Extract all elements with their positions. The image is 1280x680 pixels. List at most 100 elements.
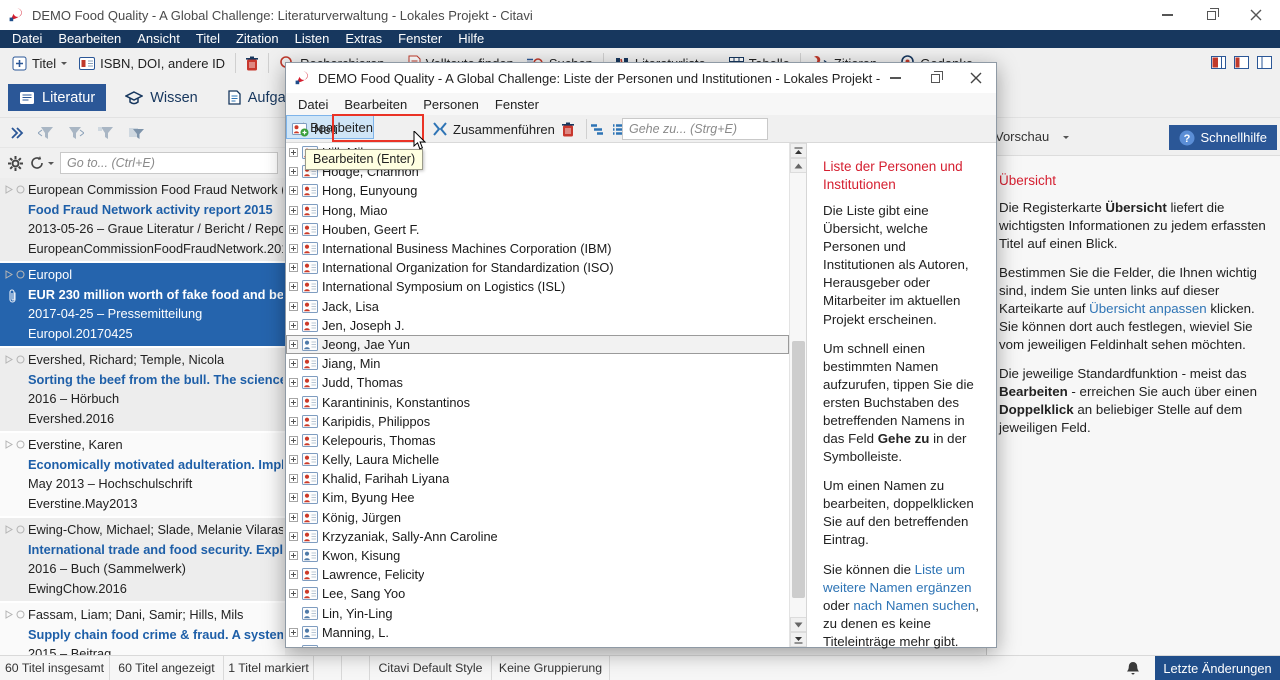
flag-icon[interactable] <box>5 525 13 534</box>
goto-input[interactable] <box>60 152 278 174</box>
expander-icon[interactable] <box>289 398 298 407</box>
tab-wissen[interactable]: Wissen <box>114 84 209 111</box>
help-link[interactable]: nach Namen suchen <box>853 598 975 613</box>
expander-icon[interactable] <box>289 302 298 311</box>
menu-item[interactable]: Titel <box>188 30 228 48</box>
filter-stack-icon[interactable] <box>128 126 145 140</box>
filter-back-icon[interactable] <box>38 126 54 140</box>
person-row[interactable]: International Organization for Standardi… <box>286 258 789 277</box>
expand-panel-icon[interactable] <box>10 127 24 139</box>
person-row[interactable]: Kim, Byung Hee <box>286 488 789 507</box>
expander-icon[interactable] <box>289 378 298 387</box>
minimize-icon[interactable] <box>890 77 901 79</box>
filter-forward-icon[interactable] <box>68 126 84 140</box>
layout-three-columns-icon[interactable] <box>1211 56 1226 69</box>
expander-icon[interactable] <box>289 474 298 483</box>
menu-item[interactable]: Zitation <box>228 30 287 48</box>
person-row[interactable]: Judd, Thomas <box>286 373 789 392</box>
flag-icon[interactable] <box>5 610 13 619</box>
menu-item[interactable]: Bearbeiten <box>50 30 129 48</box>
status-citation-style[interactable]: Citavi Default Style <box>370 656 492 680</box>
scroll-up-button[interactable] <box>790 158 807 173</box>
person-row[interactable]: Kelly, Laura Michelle <box>286 450 789 469</box>
scroll-to-bottom-button[interactable] <box>790 632 807 647</box>
person-list-scrollbar[interactable] <box>789 143 806 647</box>
person-row[interactable]: Manning, L. <box>286 623 789 642</box>
menu-item[interactable]: Hilfe <box>450 30 492 48</box>
expander-icon[interactable] <box>289 436 298 445</box>
menu-item[interactable]: Datei <box>290 97 336 112</box>
person-row[interactable]: Lawrence, Felicity <box>286 565 789 584</box>
refresh-icon[interactable] <box>29 156 45 170</box>
expander-icon[interactable] <box>289 589 298 598</box>
expander-icon[interactable] <box>289 551 298 560</box>
person-row[interactable]: Karipidis, Philippos <box>286 412 789 431</box>
person-row[interactable]: Krzyzaniak, Sally-Ann Caroline <box>286 527 789 546</box>
flag-icon[interactable] <box>5 185 13 194</box>
circle-icon[interactable] <box>16 440 25 449</box>
person-row[interactable]: International Symposium on Logistics (IS… <box>286 277 789 296</box>
close-icon[interactable] <box>1250 9 1262 21</box>
person-row[interactable]: Kelepouris, Thomas <box>286 431 789 450</box>
circle-icon[interactable] <box>16 610 25 619</box>
person-row[interactable]: Lee, Sang Yoo <box>286 584 789 603</box>
expander-icon[interactable] <box>289 340 298 349</box>
dialog-goto-input[interactable] <box>622 118 768 140</box>
menu-item[interactable]: Ansicht <box>129 30 188 48</box>
expander-icon[interactable] <box>289 244 298 253</box>
circle-icon[interactable] <box>16 355 25 364</box>
person-row[interactable]: Houben, Geert F. <box>286 220 789 239</box>
menu-item[interactable]: Bearbeiten <box>336 97 415 112</box>
expander-icon[interactable] <box>289 417 298 426</box>
expander-icon[interactable] <box>289 206 298 215</box>
isbn-doi-button[interactable]: ISBN, DOI, andere ID <box>73 53 231 74</box>
person-row[interactable] <box>286 642 789 647</box>
expander-icon[interactable] <box>289 513 298 522</box>
layout-one-column-icon[interactable] <box>1257 56 1272 69</box>
expander-icon[interactable] <box>289 455 298 464</box>
new-person-button[interactable]: Neu <box>292 115 338 143</box>
preview-dropdown[interactable]: Vorschau <box>995 129 1069 144</box>
menu-item[interactable]: Extras <box>337 30 390 48</box>
person-row[interactable]: Jeong, Jae Yun <box>286 335 789 354</box>
person-row[interactable]: International Business Machines Corporat… <box>286 239 789 258</box>
filter-clear-icon[interactable] <box>98 126 114 140</box>
merge-persons-button[interactable]: Zusammenführen <box>432 115 555 143</box>
person-row[interactable]: Jiang, Min <box>286 354 789 373</box>
menu-item[interactable]: Personen <box>415 97 487 112</box>
person-row[interactable]: Hong, Miao <box>286 201 789 220</box>
close-icon[interactable] <box>970 72 982 84</box>
menu-item[interactable]: Fenster <box>390 30 450 48</box>
delete-person-button[interactable] <box>562 115 574 143</box>
scroll-to-top-button[interactable] <box>790 143 807 158</box>
new-title-button[interactable]: Titel <box>6 53 73 74</box>
maximize-icon[interactable] <box>931 74 940 83</box>
tab-literatur[interactable]: Literatur <box>8 84 106 111</box>
expander-icon[interactable] <box>289 532 298 541</box>
help-link[interactable]: Übersicht anpassen <box>1089 301 1207 316</box>
flag-icon[interactable] <box>5 270 13 279</box>
restore-icon[interactable] <box>1207 11 1216 20</box>
flag-icon[interactable] <box>5 440 13 449</box>
circle-icon[interactable] <box>16 270 25 279</box>
person-row[interactable]: Hong, Eunyoung <box>286 181 789 200</box>
reference-item[interactable]: Europol EUR 230 million worth of fake fo… <box>0 263 285 348</box>
reference-item[interactable]: Everstine, Karen Economically motivated … <box>0 433 285 518</box>
expander-icon[interactable] <box>289 148 298 157</box>
person-row[interactable]: Jack, Lisa <box>286 297 789 316</box>
reference-item[interactable]: Ewing-Chow, Michael; Slade, Melanie Vila… <box>0 518 285 603</box>
minimize-icon[interactable] <box>1162 14 1173 16</box>
circle-icon[interactable] <box>16 185 25 194</box>
delete-title-button[interactable] <box>240 53 264 74</box>
flag-icon[interactable] <box>5 355 13 364</box>
last-changes-button[interactable]: Letzte Änderungen <box>1155 656 1280 680</box>
scroll-down-button[interactable] <box>790 617 807 632</box>
menu-item[interactable]: Fenster <box>487 97 547 112</box>
gear-icon[interactable] <box>8 156 23 171</box>
person-row[interactable]: Karantininis, Konstantinos <box>286 392 789 411</box>
expander-icon[interactable] <box>289 493 298 502</box>
reference-item[interactable]: Evershed, Richard; Temple, Nicola Sortin… <box>0 348 285 433</box>
expander-icon[interactable] <box>289 359 298 368</box>
expander-icon[interactable] <box>289 282 298 291</box>
menu-item[interactable]: Listen <box>287 30 338 48</box>
